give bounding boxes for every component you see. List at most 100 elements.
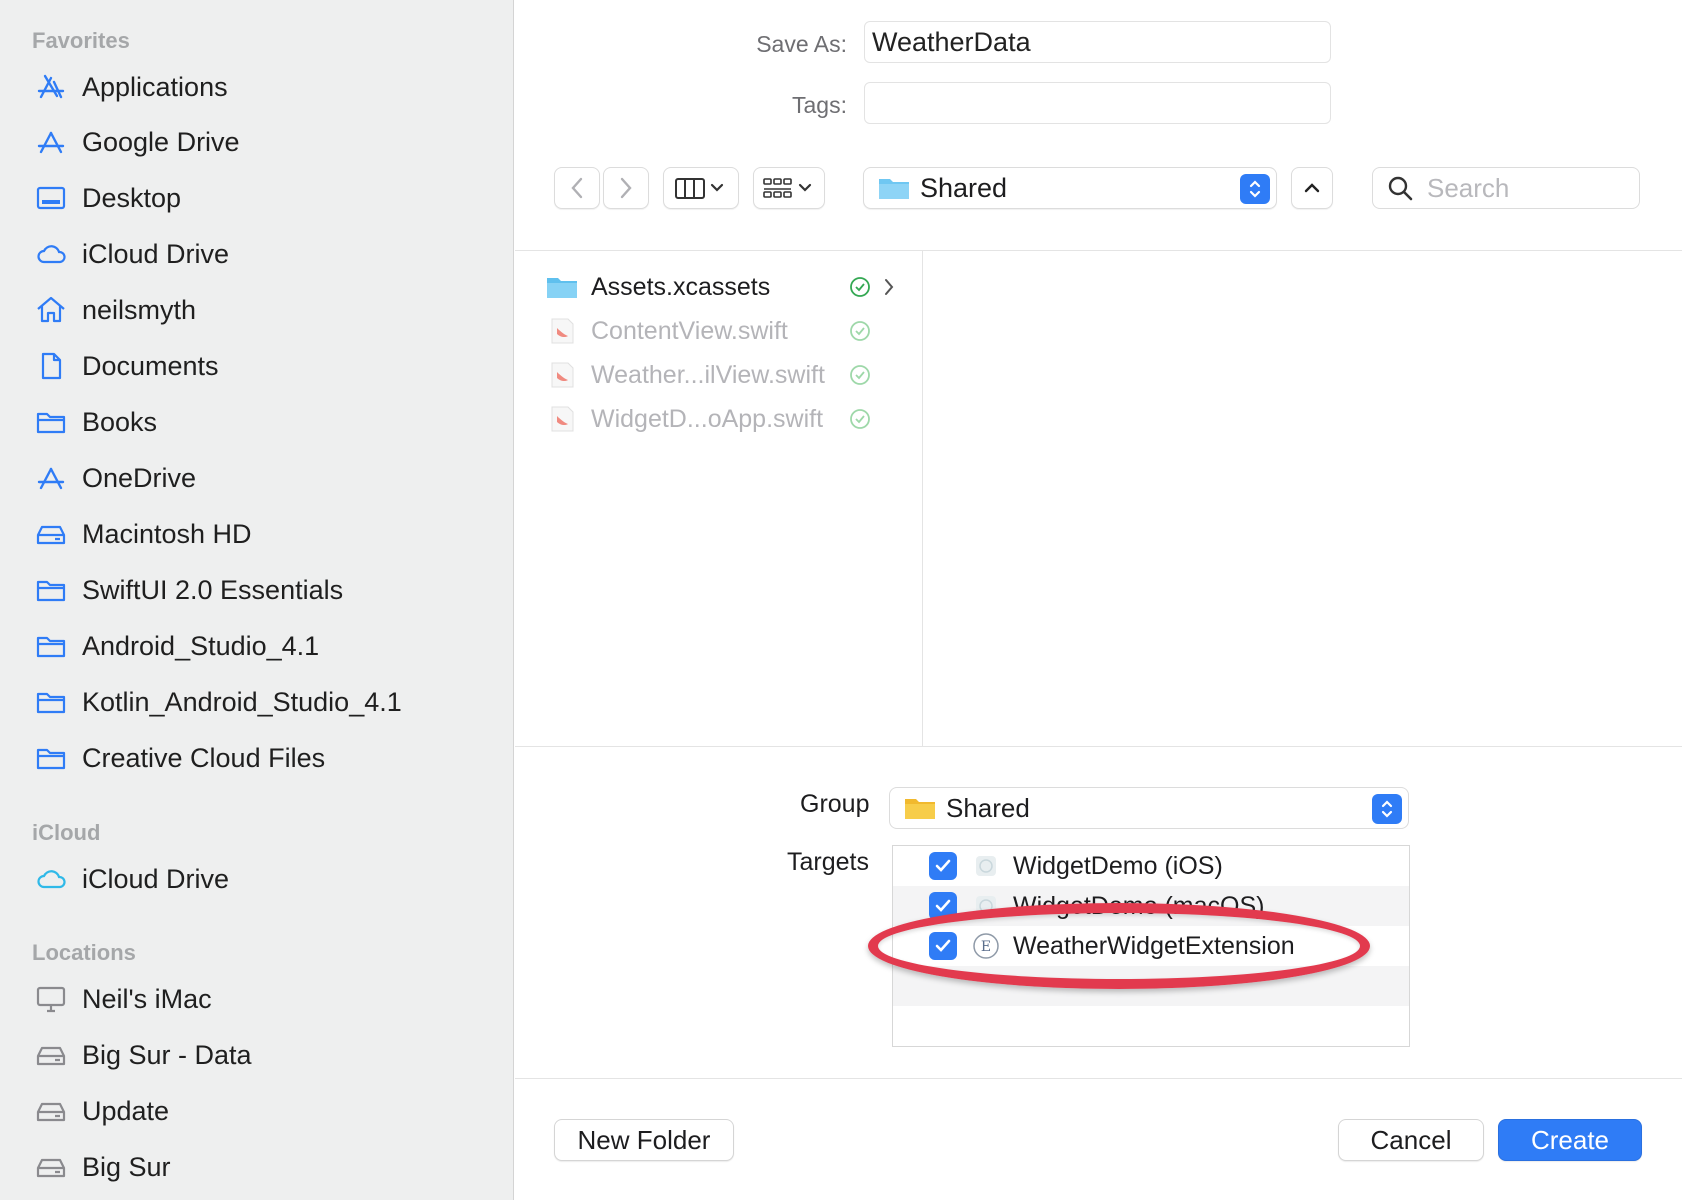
sidebar-item-big-sur-data[interactable]: Big Sur - Data <box>32 1031 502 1079</box>
target-row-empty <box>893 966 1409 1006</box>
sidebar-item-macintosh-hd[interactable]: Macintosh HD <box>32 510 502 558</box>
sidebar-item-label: Desktop <box>82 182 182 213</box>
create-button[interactable]: Create <box>1498 1119 1642 1161</box>
stepper-icon <box>1240 174 1270 204</box>
sidebar-item-label: Update <box>82 1095 170 1126</box>
sidebar-item-swiftui-essentials[interactable]: SwiftUI 2.0 Essentials <box>32 566 502 614</box>
target-name: WidgetDemo (macOS) <box>1013 891 1265 920</box>
save-as-label: Save As: <box>756 31 847 57</box>
file-row[interactable]: ContentView.swift <box>545 311 905 351</box>
search-placeholder: Search <box>1427 172 1510 203</box>
file-row[interactable]: Weather...ilView.swift <box>545 355 905 395</box>
sidebar-item-kotlin-android-studio[interactable]: Kotlin_Android_Studio_4.1 <box>32 678 502 726</box>
drive-icon <box>32 1095 70 1127</box>
swift-icon <box>545 317 579 345</box>
checkbox[interactable] <box>929 932 957 960</box>
sidebar-item-icloud-drive[interactable]: iCloud Drive <box>32 230 502 278</box>
group-value: Shared <box>946 792 1030 823</box>
sidebar-item-update[interactable]: Update <box>32 1087 502 1135</box>
sidebar-item-label: Big Sur - Data <box>82 1039 252 1070</box>
sidebar-item-documents[interactable]: Documents <box>32 342 502 390</box>
sidebar-item-label: SwiftUI 2.0 Essentials <box>82 574 344 605</box>
sidebar-item-label: iCloud Drive <box>82 238 230 269</box>
folder-icon <box>32 630 70 662</box>
sidebar-item-android-studio[interactable]: Android_Studio_4.1 <box>32 622 502 670</box>
file-name: WidgetD...oApp.swift <box>591 404 824 433</box>
file-row[interactable]: Assets.xcassets <box>545 267 905 307</box>
file-browser: Assets.xcassets ContentView.swift Weathe… <box>515 250 1682 747</box>
chevron-left-icon <box>571 177 583 199</box>
svg-text:E: E <box>981 939 991 955</box>
save-as-field[interactable]: WeatherData <box>864 21 1331 63</box>
sidebar-item-label: iCloud Drive <box>82 863 230 894</box>
folder-icon <box>905 799 935 819</box>
app-target-icon <box>971 851 1001 881</box>
collapse-button[interactable] <box>1291 167 1333 209</box>
drive-icon <box>32 1039 70 1071</box>
favorites-header: Favorites <box>32 28 130 53</box>
sidebar-item-applications[interactable]: Applications <box>32 63 502 111</box>
locations-header: Locations <box>32 940 136 965</box>
new-folder-button[interactable]: New Folder <box>554 1119 734 1161</box>
swift-icon <box>545 405 579 433</box>
checkbox[interactable] <box>929 852 957 880</box>
stepper-icon <box>1372 794 1402 824</box>
search-icon <box>1388 176 1413 201</box>
sidebar-item-creative-cloud-files[interactable]: Creative Cloud Files <box>32 734 502 782</box>
file-name: Assets.xcassets <box>591 272 771 301</box>
sidebar-item-label: Big Sur <box>82 1151 171 1182</box>
forward-button[interactable] <box>603 167 649 209</box>
chevron-up-icon <box>1304 183 1320 193</box>
view-mode-button[interactable] <box>663 167 739 209</box>
group-by-button[interactable] <box>753 167 825 209</box>
sidebar-item-google-drive[interactable]: Google Drive <box>32 118 502 166</box>
drive-icon <box>32 518 70 550</box>
sidebar-item-neils-imac[interactable]: Neil's iMac <box>32 975 502 1023</box>
check-circle-icon <box>846 276 874 298</box>
document-icon <box>32 350 70 382</box>
column-view-icon <box>675 178 724 199</box>
folder-icon <box>32 574 70 606</box>
target-row[interactable]: WidgetDemo (macOS) <box>893 886 1409 926</box>
target-row[interactable]: WidgetDemo (iOS) <box>893 846 1409 886</box>
computer-icon <box>32 983 70 1015</box>
sidebar-item-label: Android_Studio_4.1 <box>82 630 320 661</box>
back-button[interactable] <box>554 167 600 209</box>
sidebar-item-label: neilsmyth <box>82 294 197 325</box>
target-name: WeatherWidgetExtension <box>1013 931 1295 960</box>
check-circle-icon <box>846 408 874 430</box>
sidebar-item-label: Neil's iMac <box>82 983 212 1014</box>
search-input[interactable]: Search <box>1372 167 1640 209</box>
browser-column: Assets.xcassets ContentView.swift Weathe… <box>515 251 923 746</box>
checkbox[interactable] <box>929 892 957 920</box>
sidebar-item-onedrive[interactable]: OneDrive <box>32 454 502 502</box>
targets-list: WidgetDemo (iOS) WidgetDemo (macOS) E We… <box>892 845 1410 1047</box>
sidebar-item-books[interactable]: Books <box>32 398 502 446</box>
target-name: WidgetDemo (iOS) <box>1013 851 1223 880</box>
sidebar-item-label: Books <box>82 406 158 437</box>
folder-icon <box>32 406 70 438</box>
tags-field[interactable] <box>864 82 1331 124</box>
location-popup[interactable]: Shared <box>863 167 1277 209</box>
chevron-right-icon <box>620 177 632 199</box>
file-row[interactable]: WidgetD...oApp.swift <box>545 399 905 439</box>
chevron-right-icon <box>874 277 904 297</box>
cancel-button[interactable]: Cancel <box>1338 1119 1484 1161</box>
folder-icon <box>32 686 70 718</box>
sidebar-item-big-sur[interactable]: Big Sur <box>32 1143 502 1191</box>
targets-label: Targets <box>787 848 869 876</box>
group-popup[interactable]: Shared <box>889 787 1409 829</box>
file-name: ContentView.swift <box>591 316 788 345</box>
divider <box>515 1078 1682 1079</box>
sidebar-item-icloud-drive-2[interactable]: iCloud Drive <box>32 855 502 903</box>
group-label: Group <box>800 790 870 818</box>
target-row[interactable]: E WeatherWidgetExtension <box>893 926 1409 966</box>
sidebar-item-label: OneDrive <box>82 462 197 493</box>
location-label: Shared <box>920 172 1008 203</box>
folder-icon <box>545 274 579 300</box>
sidebar-item-label: Applications <box>82 71 228 102</box>
sidebar-item-desktop[interactable]: Desktop <box>32 174 502 222</box>
grid-icon <box>763 178 812 198</box>
sidebar-item-home[interactable]: neilsmyth <box>32 286 502 334</box>
folder-icon <box>32 742 70 774</box>
